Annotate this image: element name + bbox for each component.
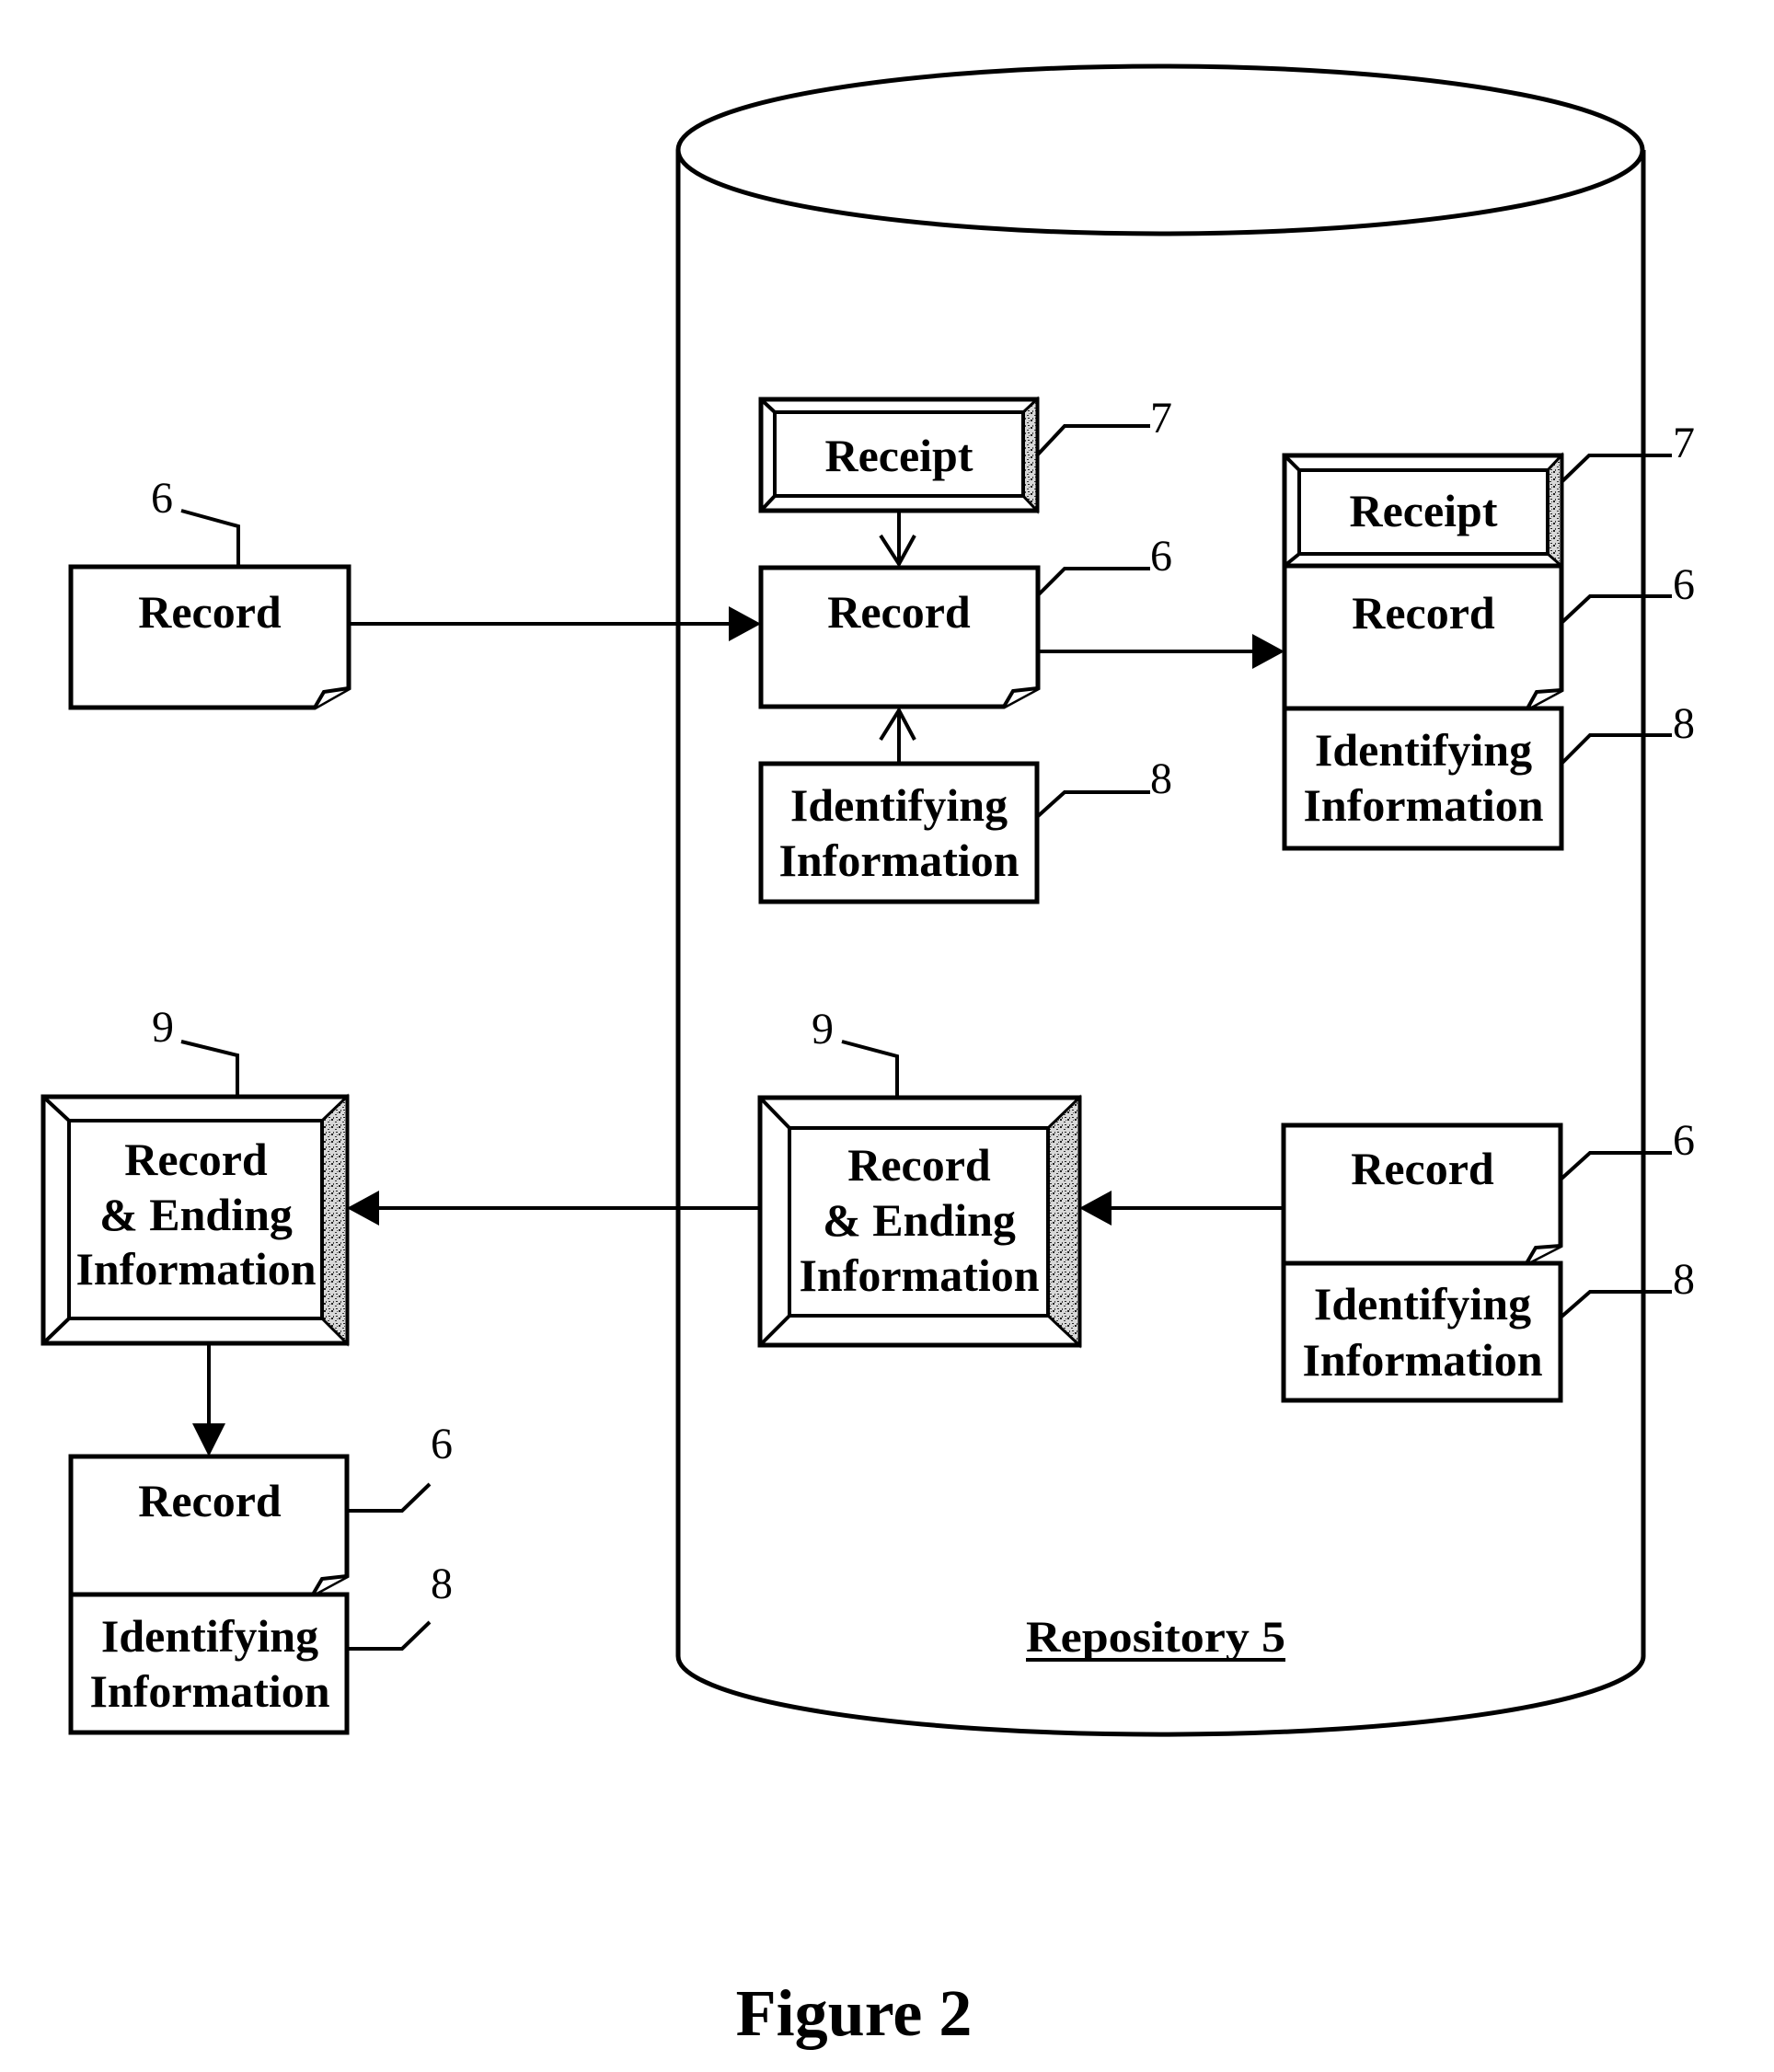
ref-number-6: 6 [1673, 1116, 1695, 1165]
ref-number-8: 8 [431, 1560, 453, 1608]
cylinder-top [675, 63, 1645, 236]
ending-line-3: Information [799, 1249, 1039, 1301]
input-record-label: Record [138, 586, 282, 638]
ref-number-8: 8 [1673, 1255, 1695, 1304]
ref-number-6: 6 [1673, 560, 1695, 609]
center-record-label: Record [827, 586, 971, 638]
arrowhead-icon [192, 1423, 225, 1456]
leader-line [180, 509, 240, 567]
identifying-line-1: Identifying [101, 1610, 318, 1662]
bevel-right-shade [1021, 396, 1039, 514]
identifying-line-1: Identifying [1315, 724, 1532, 776]
arrowhead-icon [347, 1191, 379, 1226]
ref-number-7: 7 [1150, 394, 1172, 443]
ending-line-1: Record [847, 1139, 991, 1191]
cylinder-body [675, 150, 1646, 1737]
input-record-node: Record 6 [68, 474, 351, 710]
ref-number-8: 8 [1673, 699, 1695, 748]
ref-number-6: 6 [1150, 532, 1172, 581]
leader-line [180, 1040, 239, 1097]
stack-receipt-label: Receipt [1349, 485, 1497, 536]
identifying-line-2: Information [1303, 779, 1543, 831]
bevel-right-shade [320, 1093, 349, 1347]
ref-number-7: 7 [1673, 419, 1695, 467]
ending-line-3: Information [75, 1243, 316, 1295]
leader-line [347, 1620, 432, 1651]
output-record-label: Record [138, 1475, 282, 1526]
identifying-line-2: Information [778, 835, 1019, 886]
lower-record-label: Record [1351, 1143, 1494, 1194]
ref-number-6: 6 [151, 474, 173, 523]
ref-number-9: 9 [152, 1003, 174, 1052]
ref-number-9: 9 [812, 1005, 834, 1053]
leader-line [347, 1482, 432, 1513]
identifying-line-1: Identifying [1314, 1278, 1531, 1330]
ref-number-6: 6 [431, 1420, 453, 1468]
bevel-right-shade [1046, 1094, 1081, 1349]
ending-line-2: & Ending [823, 1194, 1016, 1246]
stack-record-label: Record [1352, 587, 1495, 639]
identifying-line-1: Identifying [790, 779, 1008, 831]
figure-caption: Figure 2 [736, 1976, 973, 2050]
center-receipt-label: Receipt [824, 430, 973, 481]
arrow-ending-outer-to-output [192, 1343, 225, 1456]
ending-outer-node: Record & Ending Information 9 [40, 1003, 350, 1347]
bevel-right-shade [1546, 452, 1563, 570]
ending-line-2: & Ending [99, 1189, 293, 1240]
figure-canvas: Repository 5 Record 6 Receipt 7 Record 6 [40, 63, 1695, 2050]
repository-label: Repository 5 [1026, 1613, 1285, 1662]
output-record-node: Record 6 [68, 1420, 453, 1597]
identifying-line-2: Information [89, 1665, 329, 1717]
ref-number-8: 8 [1150, 754, 1172, 803]
identifying-line-2: Information [1302, 1334, 1542, 1386]
ending-line-1: Record [124, 1134, 268, 1185]
